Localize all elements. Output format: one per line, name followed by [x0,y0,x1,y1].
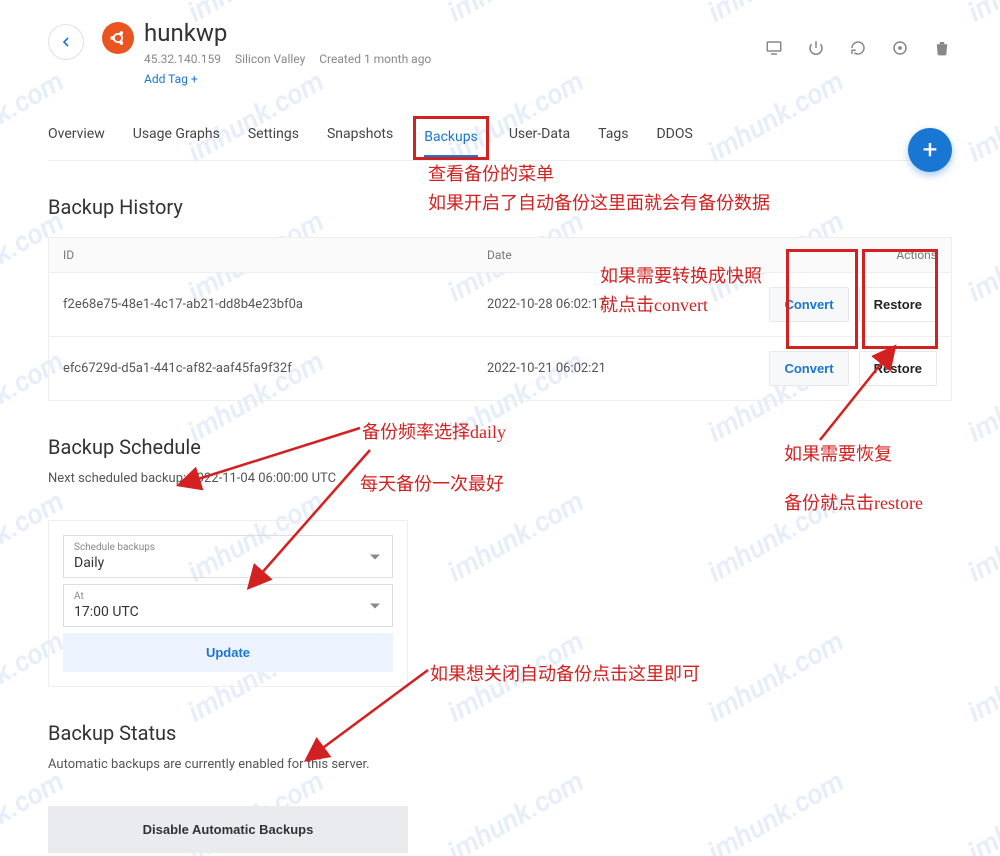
reinstall-icon[interactable] [890,38,910,58]
trash-icon[interactable] [932,38,952,58]
col-date-header: Date [487,248,737,262]
server-location: Silicon Valley [235,52,305,66]
backup-schedule-title: Backup Schedule [48,435,952,459]
schedule-frequency-label: Schedule backups [74,542,382,553]
schedule-card: Schedule backups Daily At 17:00 UTC Upda… [48,520,408,687]
col-actions-header: Actions [737,248,937,262]
tab-usage-graphs[interactable]: Usage Graphs [133,116,220,160]
ubuntu-logo-icon [102,22,134,54]
schedule-time-value: 17:00 UTC [74,604,382,620]
backup-id: efc6729d-d5a1-441c-af82-aaf45fa9f32f [63,361,487,376]
table-row: efc6729d-d5a1-441c-af82-aaf45fa9f32f 202… [49,337,951,400]
col-id-header: ID [63,248,487,262]
disable-automatic-backups-button[interactable]: Disable Automatic Backups [48,806,408,853]
restore-button[interactable]: Restore [859,351,937,386]
backup-date: 2022-10-21 06:02:21 [487,361,737,376]
add-fab-button[interactable]: + [908,128,952,172]
backup-id: f2e68e75-48e1-4c17-ab21-dd8b4e23bf0a [63,297,487,312]
server-created: Created 1 month ago [319,52,431,66]
restore-button[interactable]: Restore [859,287,937,322]
tab-overview[interactable]: Overview [48,116,105,160]
power-icon[interactable] [806,38,826,58]
convert-button[interactable]: Convert [769,287,848,322]
schedule-frequency-select[interactable]: Schedule backups Daily [63,535,393,578]
backup-history-table: ID Date Actions f2e68e75-48e1-4c17-ab21-… [48,237,952,401]
back-button[interactable] [48,24,84,60]
tab-settings[interactable]: Settings [248,116,299,160]
tab-ddos[interactable]: DDOS [656,116,692,160]
convert-button[interactable]: Convert [769,351,848,386]
update-button[interactable]: Update [63,633,393,672]
tab-backups[interactable]: Backups [424,119,478,157]
backup-status-title: Backup Status [48,721,952,745]
schedule-frequency-value: Daily [74,555,382,571]
tab-snapshots[interactable]: Snapshots [327,116,393,160]
tab-tags[interactable]: Tags [598,116,628,160]
backup-status-text: Automatic backups are currently enabled … [48,757,952,772]
backup-date: 2022-10-28 06:02:17 [487,297,737,312]
table-row: f2e68e75-48e1-4c17-ab21-dd8b4e23bf0a 202… [49,273,951,337]
restart-icon[interactable] [848,38,868,58]
server-name: hunkwp [144,20,431,46]
backup-history-title: Backup History [48,195,952,219]
schedule-time-label: At [74,591,382,602]
server-ip: 45.32.140.159 [144,52,221,66]
next-scheduled-text: Next scheduled backup: 2022-11-04 06:00:… [48,471,952,486]
tab-user-data[interactable]: User-Data [509,116,570,160]
schedule-time-select[interactable]: At 17:00 UTC [63,584,393,627]
console-icon[interactable] [764,38,784,58]
tabs-nav: Overview Usage Graphs Settings Snapshots… [48,116,952,161]
add-tag-link[interactable]: Add Tag + [144,72,431,86]
